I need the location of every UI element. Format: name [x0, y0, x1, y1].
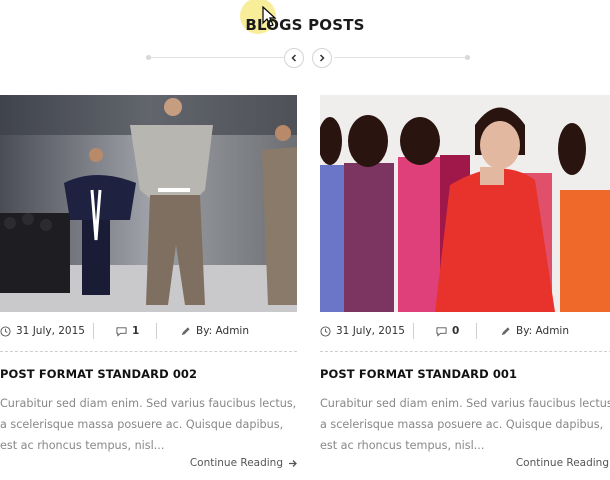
- post-image[interactable]: [320, 95, 610, 312]
- divider-line: [334, 57, 470, 58]
- continue-reading-label: Continue Reading: [515, 457, 609, 469]
- divider-dot: [465, 55, 470, 60]
- post-date: 31 July, 2015: [320, 325, 405, 337]
- post-date-text: 31 July, 2015: [336, 325, 405, 337]
- post-meta: 31 July, 2015 0 By: Admin: [320, 323, 610, 341]
- post-excerpt: Curabitur sed diam enim. Sed varius fauc…: [0, 397, 297, 452]
- clock-icon: [320, 325, 331, 337]
- clock-icon: [0, 325, 11, 337]
- post-comment-count: 0: [452, 325, 460, 337]
- meta-separator: [156, 323, 157, 339]
- continue-reading-label: Continue Reading: [189, 457, 283, 469]
- post-author-text: By: Admin: [516, 325, 569, 337]
- divider-dot: [146, 55, 151, 60]
- divider-line: [146, 57, 284, 58]
- post-title[interactable]: POST FORMAT STANDARD 002: [0, 367, 197, 381]
- comment-icon: [436, 326, 447, 337]
- blog-card: 31 July, 2015 0 By: Admin POST FORMAT ST…: [320, 95, 610, 469]
- post-excerpt: Curabitur sed diam enim. Sed varius fauc…: [320, 397, 610, 452]
- meta-separator: [93, 323, 94, 339]
- chevron-right-icon: [319, 54, 325, 62]
- divider: [0, 351, 297, 352]
- comment-icon: [116, 326, 127, 337]
- prev-button[interactable]: [284, 48, 304, 68]
- meta-separator: [413, 323, 414, 339]
- post-author[interactable]: By: Admin: [500, 325, 569, 337]
- next-button[interactable]: [312, 48, 332, 68]
- carousel-nav: [146, 48, 470, 68]
- arrow-right-icon: [289, 459, 297, 467]
- post-date-text: 31 July, 2015: [16, 325, 85, 337]
- post-date: 31 July, 2015: [0, 325, 85, 337]
- post-title[interactable]: POST FORMAT STANDARD 001: [320, 367, 517, 381]
- meta-separator: [476, 323, 477, 339]
- blog-card: 31 July, 2015 1 By: Admin POST FORMAT ST…: [0, 95, 297, 469]
- runway-photo-image: [0, 95, 297, 312]
- pencil-icon: [501, 326, 510, 335]
- post-image[interactable]: [0, 95, 297, 312]
- post-author[interactable]: By: Admin: [180, 325, 249, 337]
- post-comments[interactable]: 1: [116, 325, 139, 337]
- divider: [320, 351, 610, 352]
- chevron-left-icon: [291, 54, 297, 62]
- post-comment-count: 1: [132, 325, 140, 337]
- post-author-text: By: Admin: [196, 325, 249, 337]
- post-comments[interactable]: 0: [436, 325, 459, 337]
- post-meta: 31 July, 2015 1 By: Admin: [0, 323, 297, 341]
- section-title: BLOGS POSTS: [245, 16, 365, 34]
- continue-reading-link[interactable]: Continue Reading: [190, 457, 297, 469]
- continue-reading-link[interactable]: Continue Reading: [516, 457, 609, 469]
- pencil-icon: [181, 326, 190, 335]
- fashion-models-image: [320, 95, 610, 312]
